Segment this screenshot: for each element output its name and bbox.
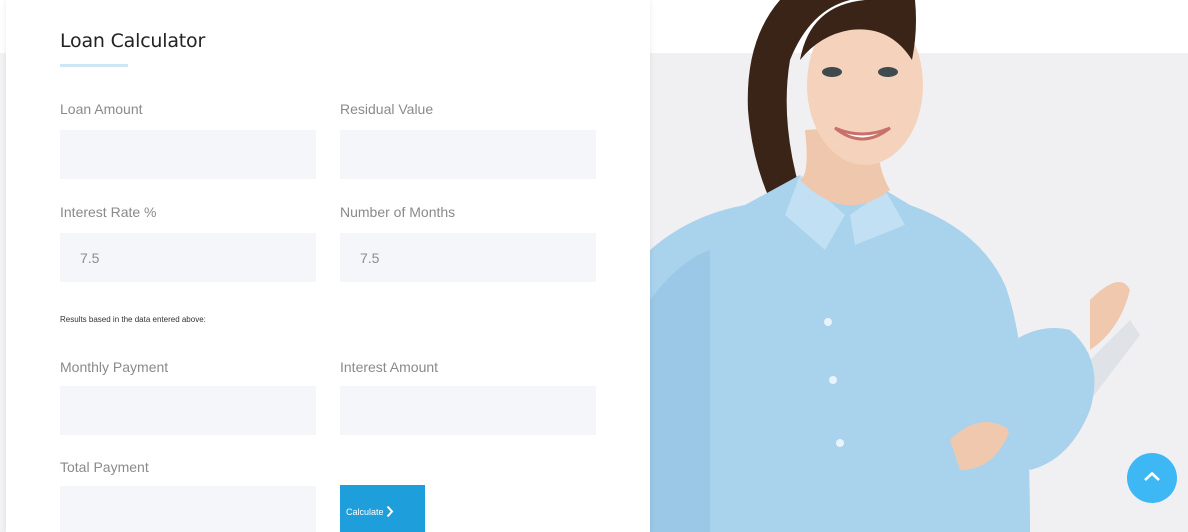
total-payment-input[interactable] [60, 486, 316, 532]
number-of-months-label: Number of Months [340, 204, 456, 220]
calculator-title: Loan Calculator [60, 30, 206, 52]
interest-amount-input[interactable] [340, 386, 596, 435]
loan-amount-label: Loan Amount [60, 101, 143, 117]
loan-calculator-card: Loan Calculator Loan Amount Residual Val… [6, 0, 650, 532]
total-payment-label: Total Payment [60, 459, 149, 475]
scroll-to-top-button[interactable] [1127, 453, 1177, 503]
monthly-payment-input[interactable] [60, 386, 316, 435]
calculate-button[interactable]: Calculate [340, 485, 425, 532]
results-note: Results based in the data entered above: [60, 315, 206, 324]
interest-amount-label: Interest Amount [340, 359, 439, 375]
chevron-up-icon [1144, 471, 1160, 481]
monthly-payment-label: Monthly Payment [60, 359, 169, 375]
residual-value-label: Residual Value [340, 101, 434, 117]
number-of-months-input[interactable] [340, 233, 596, 282]
calculate-button-label: Calculate [346, 507, 384, 517]
interest-rate-label: Interest Rate % [60, 204, 157, 220]
interest-rate-input[interactable] [60, 233, 316, 282]
residual-value-input[interactable] [340, 130, 596, 179]
hero-photo [650, 0, 1140, 532]
loan-amount-input[interactable] [60, 130, 316, 179]
title-underline [60, 64, 128, 67]
chevron-right-icon [386, 505, 394, 520]
